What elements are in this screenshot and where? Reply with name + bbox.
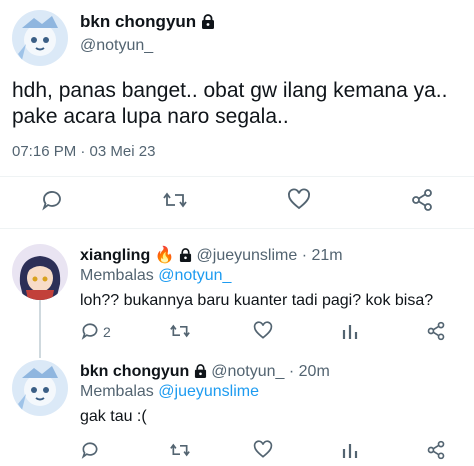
main-tweet-text-line2: pake acara lupa naro segala.. xyxy=(12,105,289,128)
reply2-header: bkn chongyun @notyun_ · 20m xyxy=(80,362,330,382)
retweet-icon[interactable] xyxy=(169,440,191,460)
retweet-icon[interactable] xyxy=(162,188,188,212)
replying-to-handle[interactable]: @notyun_ xyxy=(158,267,231,284)
retweet-icon[interactable] xyxy=(169,321,191,341)
heart-icon[interactable] xyxy=(253,440,273,460)
main-tweet-text-line1: hdh, panas banget.. obat gw ilang kemana… xyxy=(12,79,448,102)
reply1-handle[interactable]: @jueyunslime xyxy=(197,247,298,264)
share-icon[interactable] xyxy=(410,188,434,212)
lock-icon xyxy=(194,364,207,378)
avatar-xiangling[interactable] xyxy=(12,244,68,300)
reply-bubble-icon[interactable] xyxy=(40,188,64,212)
main-timestamp[interactable]: 07:16 PM · 03 Mei 23 xyxy=(12,142,155,162)
thread-line xyxy=(39,300,41,358)
share-icon[interactable] xyxy=(426,440,446,460)
main-author-name-row: bkn chongyun xyxy=(80,11,215,33)
main-handle[interactable]: @notyun_ xyxy=(80,36,153,56)
reply1-time[interactable]: · 21m xyxy=(302,247,343,264)
reply1-replying-to: Membalas @notyun_ xyxy=(80,266,231,286)
analytics-icon[interactable] xyxy=(340,440,360,460)
share-icon[interactable] xyxy=(426,321,446,341)
heart-icon[interactable] xyxy=(287,188,311,212)
replying-label: Membalas xyxy=(80,267,154,284)
divider xyxy=(0,176,474,177)
lock-icon xyxy=(201,14,215,29)
replying-to-handle[interactable]: @jueyunslime xyxy=(158,383,259,400)
reply-count: 2 xyxy=(103,324,111,340)
reply2-replying-to: Membalas @jueyunslime xyxy=(80,382,259,402)
analytics-icon[interactable] xyxy=(340,321,360,341)
reply2-display-name[interactable]: bkn chongyun xyxy=(80,363,189,380)
lock-icon xyxy=(179,248,192,262)
avatar-chongyun[interactable] xyxy=(12,10,68,66)
fire-emoji: 🔥 xyxy=(154,247,175,264)
reply1-text: loh?? bukannya baru kuanter tadi pagi? k… xyxy=(80,292,434,309)
reply-bubble-icon[interactable] xyxy=(80,321,100,341)
reply-bubble-icon[interactable] xyxy=(80,440,100,460)
reply2-handle[interactable]: @notyun_ xyxy=(211,363,284,380)
main-display-name[interactable]: bkn chongyun xyxy=(80,12,196,31)
divider xyxy=(0,228,474,229)
reply2-text: gak tau :( xyxy=(80,408,147,425)
heart-icon[interactable] xyxy=(253,321,273,341)
avatar-chongyun[interactable] xyxy=(12,360,68,416)
replying-label: Membalas xyxy=(80,383,154,400)
reply2-time[interactable]: · 20m xyxy=(289,363,330,380)
main-tweet-text: hdh, panas banget.. obat gw ilang kemana… xyxy=(12,78,462,130)
reply1-display-name[interactable]: xiangling xyxy=(80,247,150,264)
reply1-header: xiangling 🔥 @jueyunslime · 21m xyxy=(80,246,343,266)
